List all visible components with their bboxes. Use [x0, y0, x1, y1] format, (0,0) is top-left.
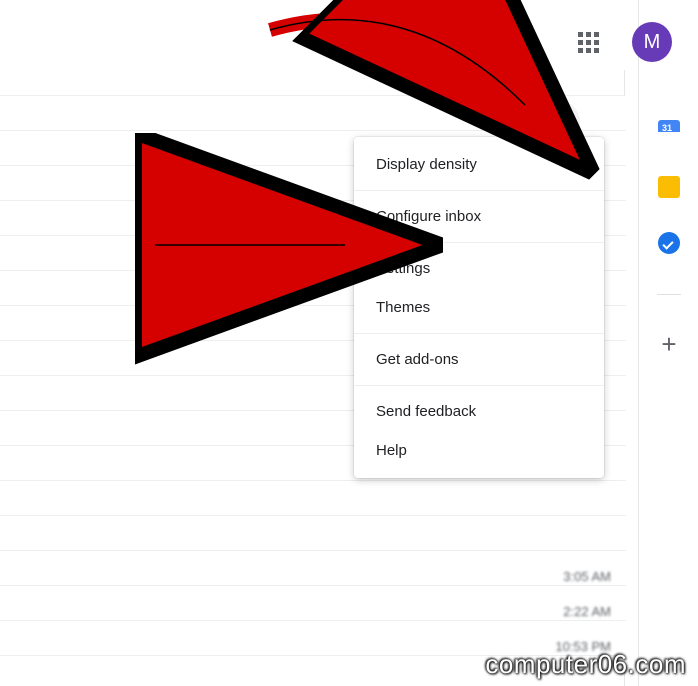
account-avatar[interactable]: M — [632, 22, 672, 62]
menu-item-label: Themes — [376, 299, 430, 316]
plus-icon: + — [661, 329, 676, 359]
email-row[interactable] — [0, 515, 626, 551]
menu-item-label: Display density — [376, 156, 477, 173]
menu-item-label: Get add-ons — [376, 351, 459, 368]
email-time: 2:22 AM — [563, 604, 611, 619]
menu-item-settings[interactable]: Settings — [354, 249, 604, 288]
email-row[interactable] — [0, 550, 626, 586]
menu-separator — [354, 190, 604, 191]
menu-item-label: Configure inbox — [376, 208, 481, 225]
email-row[interactable] — [0, 585, 626, 621]
menu-item-label: Help — [376, 442, 407, 459]
header — [0, 0, 638, 70]
email-row[interactable] — [0, 480, 626, 516]
menu-item-help[interactable]: Help — [354, 431, 604, 470]
side-separator — [657, 294, 681, 295]
menu-item-send-feedback[interactable]: Send feedback — [354, 392, 604, 431]
tasks-icon[interactable] — [658, 232, 680, 254]
menu-item-display-density[interactable]: Display density — [354, 145, 604, 184]
screenshot-stage: M 3:05 AM 2:22 AM 10:53 PM Display densi… — [0, 0, 698, 686]
menu-item-themes[interactable]: Themes — [354, 288, 604, 327]
email-row[interactable] — [0, 95, 626, 131]
settings-menu: Display density Configure inbox Settings… — [354, 137, 604, 478]
keep-icon[interactable] — [658, 176, 680, 198]
menu-item-label: Settings — [376, 260, 430, 277]
watermark: computer06.com — [485, 649, 686, 680]
calendar-icon[interactable] — [658, 120, 680, 142]
menu-separator — [354, 242, 604, 243]
menu-item-configure-inbox[interactable]: Configure inbox — [354, 197, 604, 236]
gear-icon — [547, 109, 569, 136]
avatar-initial: M — [644, 31, 661, 54]
menu-item-label: Send feedback — [376, 403, 476, 420]
menu-separator — [354, 385, 604, 386]
side-panel: + — [640, 120, 698, 360]
menu-separator — [354, 333, 604, 334]
email-time: 3:05 AM — [563, 569, 611, 584]
menu-item-get-addons[interactable]: Get add-ons — [354, 340, 604, 379]
add-addon-button[interactable]: + — [661, 329, 676, 360]
panel-divider — [638, 0, 639, 686]
google-apps-icon[interactable] — [578, 32, 600, 54]
